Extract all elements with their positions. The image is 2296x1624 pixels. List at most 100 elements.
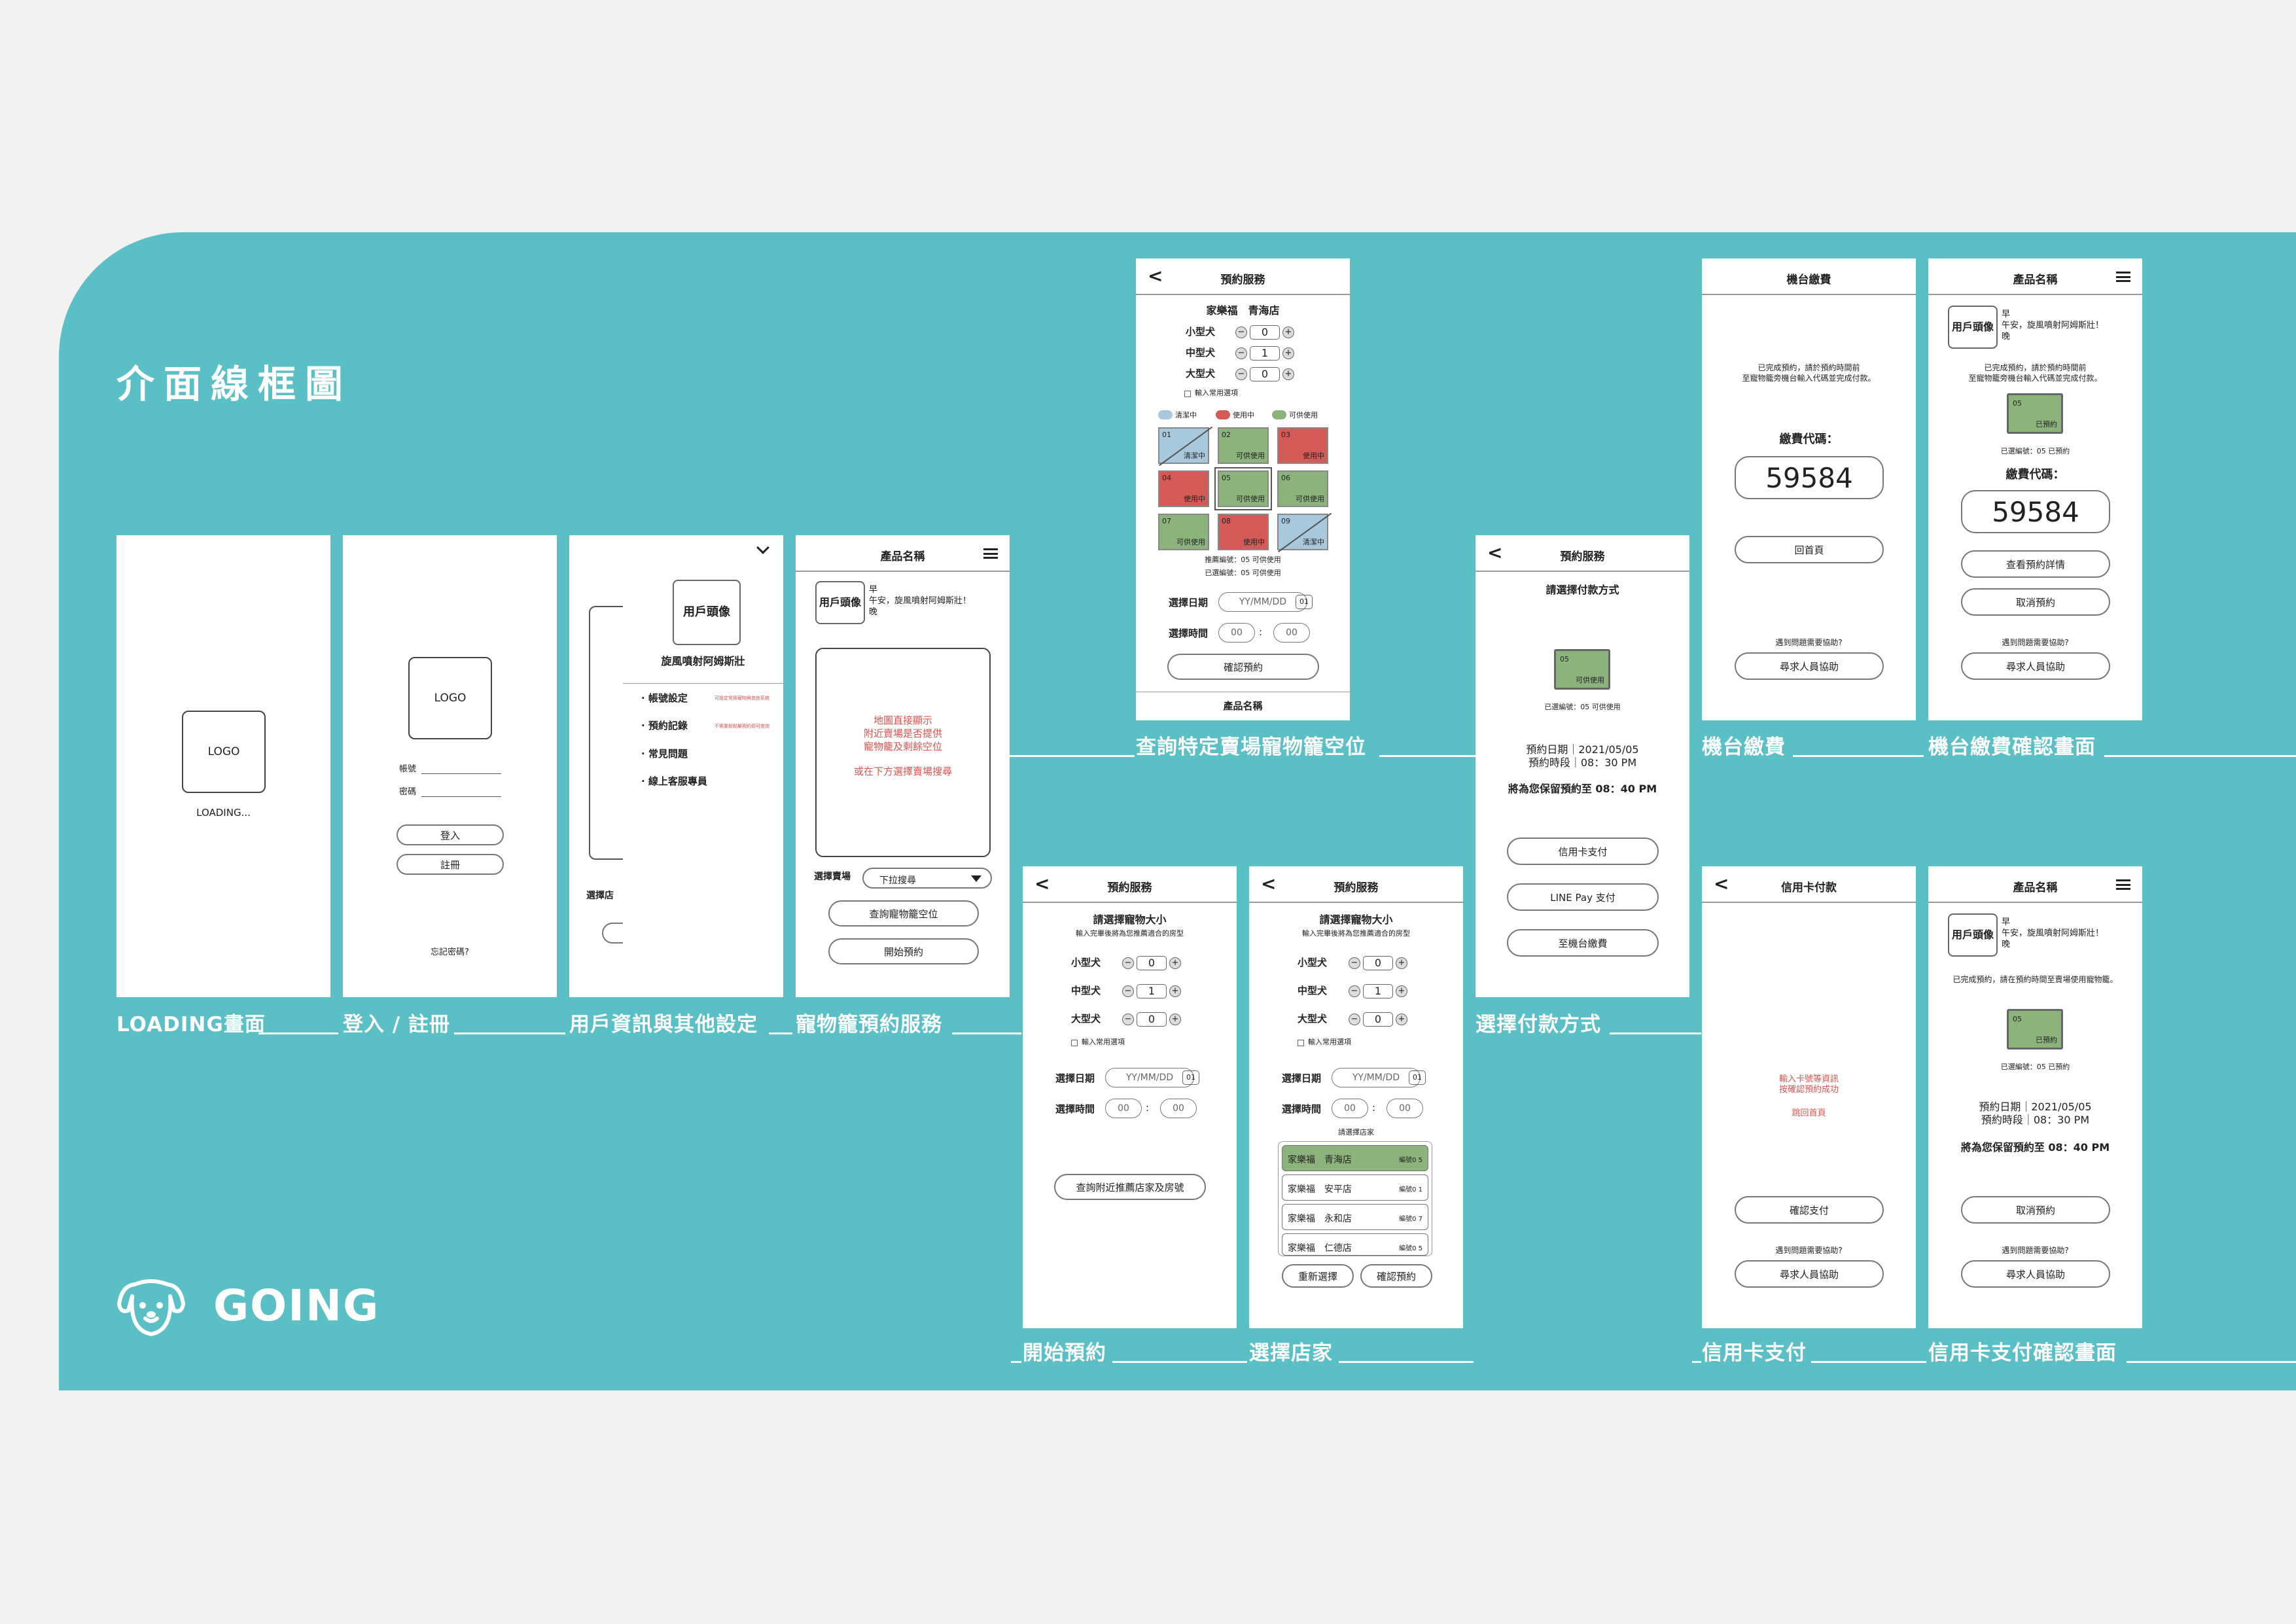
hour-field[interactable]: 00 — [1105, 1099, 1142, 1118]
avatar[interactable]: 用戶頭像 — [1948, 913, 1998, 957]
cage-cell[interactable]: 02 可供使用 — [1218, 427, 1269, 464]
cancel-booking-button[interactable]: 取消預約 — [1961, 588, 2110, 616]
plus-icon[interactable]: + — [1169, 957, 1181, 969]
value[interactable]: 0 — [1250, 325, 1280, 340]
machine-pay-button[interactable]: 至機台繳費 — [1507, 929, 1659, 957]
menu-booking-records[interactable]: · 預約記錄 — [641, 720, 688, 732]
confirm-booking-button[interactable]: 確認預約 — [1167, 654, 1319, 680]
medium-dog-stepper[interactable]: −1 + — [1122, 984, 1181, 998]
cage-cell[interactable]: 04 使用中 — [1158, 470, 1209, 507]
value[interactable]: 0 — [1363, 956, 1393, 970]
minus-icon[interactable]: − — [1235, 327, 1247, 338]
plus-icon[interactable]: + — [1282, 368, 1294, 380]
calendar-icon[interactable]: 01 — [1296, 595, 1313, 609]
avatar[interactable]: 用戶頭像 — [815, 581, 865, 624]
store-option[interactable]: 家樂福 安平店 編號0 1 — [1282, 1174, 1428, 1201]
menu-online-support[interactable]: · 線上客服專員 — [641, 775, 707, 788]
common-option-checkbox[interactable] — [1184, 391, 1191, 397]
large-dog-stepper[interactable]: −0 + — [1235, 367, 1294, 381]
ask-staff-button[interactable]: 尋求人員協助 — [1961, 652, 2110, 680]
credit-card-button[interactable]: 信用卡支付 — [1507, 838, 1659, 865]
value[interactable]: 0 — [1363, 1012, 1393, 1027]
cage-cell[interactable]: 01 清潔中 — [1158, 427, 1209, 464]
medium-dog-stepper[interactable]: −1 + — [1235, 346, 1294, 361]
minus-icon[interactable]: − — [1349, 1014, 1360, 1025]
hamburger-menu-icon[interactable] — [983, 548, 998, 559]
login-button[interactable]: 登入 — [397, 824, 504, 845]
value[interactable]: 0 — [1250, 367, 1280, 381]
plus-icon[interactable]: + — [1282, 347, 1294, 359]
ask-staff-button[interactable]: 尋求人員協助 — [1735, 1260, 1884, 1288]
date-field[interactable]: YY/MM/DD — [1105, 1068, 1194, 1087]
hour-field[interactable]: 00 — [1218, 623, 1255, 643]
common-option-checkbox[interactable] — [1071, 1040, 1078, 1046]
plus-icon[interactable]: + — [1169, 1014, 1181, 1025]
plus-icon[interactable]: + — [1282, 327, 1294, 338]
cancel-booking-button[interactable]: 取消預約 — [1961, 1196, 2110, 1224]
ask-staff-button[interactable]: 尋求人員協助 — [1961, 1260, 2110, 1288]
calendar-icon[interactable]: 01 — [1182, 1070, 1199, 1085]
view-booking-button[interactable]: 查看預約詳情 — [1961, 550, 2110, 578]
small-dog-stepper[interactable]: −0 + — [1235, 325, 1294, 340]
plus-icon[interactable]: + — [1169, 985, 1181, 997]
confirm-payment-button[interactable]: 確認支付 — [1735, 1196, 1884, 1224]
minus-icon[interactable]: − — [1235, 347, 1247, 359]
hour-field[interactable]: 00 — [1332, 1099, 1368, 1118]
minus-icon[interactable]: − — [1349, 957, 1360, 969]
minus-icon[interactable]: − — [1349, 985, 1360, 997]
hamburger-menu-icon[interactable] — [2116, 272, 2130, 282]
value[interactable]: 0 — [1137, 956, 1167, 970]
start-booking-button[interactable]: 開始預約 — [828, 938, 979, 964]
query-cage-button[interactable]: 查詢寵物籠空位 — [828, 900, 979, 927]
date-field[interactable]: YY/MM/DD — [1218, 592, 1307, 612]
small-dog-stepper[interactable]: −0 + — [1349, 956, 1407, 970]
value[interactable]: 1 — [1363, 984, 1393, 998]
map-area[interactable]: 地圖直接顯示 附近賣場是否提供 寵物籠及剩餘空位 或在下方選擇賣場搜尋 — [815, 648, 991, 857]
menu-faq[interactable]: · 常見問題 — [641, 748, 688, 760]
cage-cell[interactable]: 09 清潔中 — [1277, 514, 1328, 550]
cage-cell[interactable]: 08 使用中 — [1218, 514, 1269, 550]
cage-cell[interactable]: 05 可供使用 — [1218, 470, 1269, 507]
cage-cell[interactable]: 06 可供使用 — [1277, 470, 1328, 507]
cage-cell[interactable]: 07 可供使用 — [1158, 514, 1209, 550]
line-pay-button[interactable]: LINE Pay 支付 — [1507, 883, 1659, 911]
minus-icon[interactable]: − — [1122, 957, 1134, 969]
account-field[interactable] — [421, 773, 501, 774]
value[interactable]: 0 — [1137, 1012, 1167, 1027]
query-nearby-button[interactable]: 查詢附近推薦店家及房號 — [1054, 1174, 1206, 1200]
forgot-password-link[interactable]: 忘記密碼? — [343, 947, 557, 958]
confirm-booking-button[interactable]: 確認預約 — [1360, 1264, 1432, 1288]
minus-icon[interactable]: − — [1122, 1014, 1134, 1025]
menu-account-settings[interactable]: · 帳號設定 — [641, 692, 688, 705]
minute-field[interactable]: 00 — [1273, 623, 1310, 643]
register-button[interactable]: 註冊 — [397, 854, 504, 875]
value[interactable]: 1 — [1137, 984, 1167, 998]
calendar-icon[interactable]: 01 — [1409, 1070, 1426, 1085]
avatar[interactable]: 用戶頭像 — [1948, 306, 1998, 349]
plus-icon[interactable]: + — [1396, 1014, 1407, 1025]
small-dog-stepper[interactable]: −0 + — [1122, 956, 1181, 970]
avatar[interactable]: 用戶頭像 — [673, 580, 741, 645]
minute-field[interactable]: 00 — [1160, 1099, 1197, 1118]
minus-icon[interactable]: − — [1122, 985, 1134, 997]
hamburger-menu-icon[interactable] — [2116, 879, 2130, 890]
medium-dog-stepper[interactable]: −1 + — [1349, 984, 1407, 998]
chevron-down-icon[interactable] — [756, 541, 769, 554]
back-home-link[interactable]: 跳回首頁 — [1702, 1108, 1916, 1119]
store-option[interactable]: 家樂福 青海店 編號0 5 — [1282, 1145, 1428, 1171]
store-dropdown[interactable]: 下拉搜尋 — [862, 868, 992, 889]
password-field[interactable] — [421, 796, 501, 797]
home-button[interactable]: 回首頁 — [1735, 536, 1884, 563]
large-dog-stepper[interactable]: −0 + — [1122, 1012, 1181, 1027]
value[interactable]: 1 — [1250, 346, 1280, 361]
cage-cell[interactable]: 03 使用中 — [1277, 427, 1328, 464]
date-field[interactable]: YY/MM/DD — [1332, 1068, 1421, 1087]
ask-staff-button[interactable]: 尋求人員協助 — [1735, 652, 1884, 680]
plus-icon[interactable]: + — [1396, 957, 1407, 969]
large-dog-stepper[interactable]: −0 + — [1349, 1012, 1407, 1027]
plus-icon[interactable]: + — [1396, 985, 1407, 997]
store-option[interactable]: 家樂福 仁德店 編號0 5 — [1282, 1233, 1428, 1256]
common-option-checkbox[interactable] — [1298, 1040, 1304, 1046]
minus-icon[interactable]: − — [1235, 368, 1247, 380]
minute-field[interactable]: 00 — [1386, 1099, 1423, 1118]
